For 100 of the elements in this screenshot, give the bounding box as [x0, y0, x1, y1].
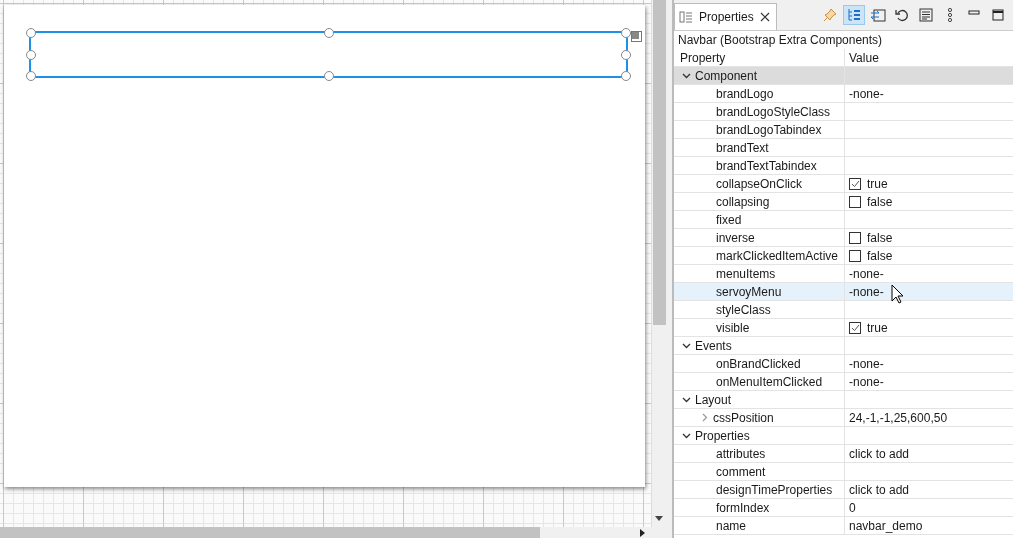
- property-row[interactable]: cssPosition 24,-1,-1,25,600,50: [674, 409, 1013, 427]
- property-row[interactable]: markClickedItemActive false: [674, 247, 1013, 265]
- property-value: click to add: [849, 482, 910, 497]
- category-row[interactable]: Events: [674, 337, 1013, 355]
- more-icon: [947, 8, 953, 22]
- property-row[interactable]: onMenuItemClicked -none-: [674, 373, 1013, 391]
- category-label: Component: [695, 68, 758, 83]
- chevron-icon[interactable]: [682, 71, 691, 80]
- resize-handle[interactable]: [621, 49, 631, 60]
- property-row[interactable]: brandLogo -none-: [674, 85, 1013, 103]
- property-value: navbar_demo: [849, 518, 923, 533]
- pin-icon: [823, 8, 837, 22]
- anchor-icon[interactable]: [631, 31, 642, 42]
- property-row[interactable]: onBrandClicked -none-: [674, 355, 1013, 373]
- close-icon[interactable]: [759, 12, 770, 22]
- chevron-icon[interactable]: [682, 341, 691, 350]
- property-row[interactable]: brandLogoStyleClass: [674, 103, 1013, 121]
- chevron-icon[interactable]: [682, 431, 691, 440]
- property-name: collapsing: [716, 194, 770, 209]
- property-row[interactable]: collapsing false: [674, 193, 1013, 211]
- category-row[interactable]: Layout: [674, 391, 1013, 409]
- property-value: -none-: [849, 374, 884, 389]
- checkbox[interactable]: [849, 177, 861, 190]
- scroll-right-icon[interactable]: [640, 528, 645, 537]
- column-header[interactable]: Value: [849, 50, 879, 65]
- property-row[interactable]: brandLogoTabindex: [674, 121, 1013, 139]
- property-name: styleClass: [716, 302, 771, 317]
- properties-tab[interactable]: Properties: [674, 3, 777, 30]
- checkbox[interactable]: [849, 231, 861, 244]
- category-label: Properties: [695, 428, 750, 443]
- property-row[interactable]: collapseOnClick true: [674, 175, 1013, 193]
- property-name: markClickedItemActive: [716, 248, 839, 263]
- property-row[interactable]: fixed: [674, 211, 1013, 229]
- property-row[interactable]: styleClass: [674, 301, 1013, 319]
- property-row[interactable]: designTimeProperties click to add: [674, 481, 1013, 499]
- resize-handle[interactable]: [323, 71, 334, 81]
- property-value: false: [867, 230, 893, 245]
- property-row[interactable]: menuItems -none-: [674, 265, 1013, 283]
- category-label: Layout: [695, 392, 732, 407]
- property-name: onBrandClicked: [716, 356, 801, 371]
- resize-handle[interactable]: [323, 28, 334, 38]
- resize-handle[interactable]: [26, 28, 36, 38]
- property-value: -none-: [849, 356, 884, 371]
- scrollbar-thumb[interactable]: [652, 0, 666, 325]
- property-name: brandLogo: [716, 86, 774, 101]
- property-name: brandLogoStyleClass: [716, 104, 831, 119]
- checkbox[interactable]: [849, 249, 861, 262]
- property-value: click to add: [849, 446, 910, 461]
- property-row[interactable]: visible true: [674, 319, 1013, 337]
- navbar-selection[interactable]: [29, 31, 628, 78]
- property-name: designTimeProperties: [716, 482, 833, 497]
- property-row[interactable]: comment: [674, 463, 1013, 481]
- property-value: 0: [849, 500, 856, 515]
- document-icon: [919, 8, 933, 22]
- property-row[interactable]: brandTextTabindex: [674, 157, 1013, 175]
- vertical-scrollbar[interactable]: [651, 0, 666, 527]
- property-name: brandLogoTabindex: [716, 122, 822, 137]
- property-row[interactable]: attributes click to add: [674, 445, 1013, 463]
- resize-handle[interactable]: [621, 71, 631, 81]
- tab-title: Properties: [699, 10, 754, 24]
- property-name: menuItems: [716, 266, 776, 281]
- property-value: false: [867, 248, 893, 263]
- property-row[interactable]: brandText: [674, 139, 1013, 157]
- property-value: -none-: [849, 284, 884, 299]
- property-row[interactable]: inverse false: [674, 229, 1013, 247]
- category-label: Events: [695, 338, 732, 353]
- expand-icon[interactable]: [700, 413, 709, 422]
- chevron-icon[interactable]: [682, 395, 691, 404]
- property-name: visible: [716, 320, 750, 335]
- property-row[interactable]: servoyMenu -none-: [674, 283, 1013, 301]
- sync-icon: [870, 8, 886, 22]
- property-value: -none-: [849, 86, 884, 101]
- column-header[interactable]: Property: [680, 50, 726, 65]
- property-name: formIndex: [716, 500, 770, 515]
- property-row[interactable]: formIndex 0: [674, 499, 1013, 517]
- property-name: collapseOnClick: [716, 176, 803, 191]
- tree-icon: [847, 8, 861, 22]
- checkbox[interactable]: [849, 195, 861, 208]
- category-row[interactable]: Properties: [674, 427, 1013, 445]
- property-row[interactable]: name navbar_demo: [674, 517, 1013, 535]
- property-value: false: [867, 194, 893, 209]
- mouse-cursor-icon: [891, 284, 904, 304]
- resize-handle[interactable]: [26, 49, 36, 60]
- maximize-icon: [992, 9, 1004, 21]
- properties-icon: [679, 11, 693, 23]
- property-name: comment: [716, 464, 766, 479]
- resize-handle[interactable]: [26, 71, 36, 81]
- scrollbar-thumb[interactable]: [0, 527, 540, 538]
- property-value: true: [867, 176, 888, 191]
- property-name: onMenuItemClicked: [716, 374, 823, 389]
- property-value: true: [867, 320, 888, 335]
- selection-title: Navbar (Bootstrap Extra Components): [677, 32, 884, 49]
- property-name: servoyMenu: [716, 284, 782, 299]
- category-row[interactable]: Component: [674, 67, 1013, 85]
- property-name: brandText: [716, 140, 769, 155]
- property-value: 24,-1,-1,25,600,50: [849, 410, 948, 425]
- checkbox[interactable]: [849, 321, 861, 334]
- property-name: name: [716, 518, 747, 533]
- scroll-down-icon[interactable]: [655, 516, 663, 521]
- property-name: cssPosition: [713, 410, 774, 425]
